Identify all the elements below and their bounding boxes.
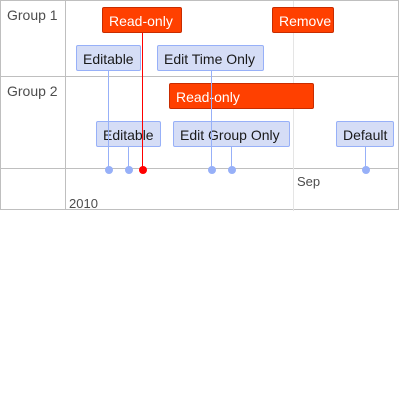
item-edit-time-only[interactable]: Edit Time Only	[157, 45, 264, 71]
timeline[interactable]: Group 1 Group 2 Read-only Remove Editabl…	[0, 0, 399, 211]
item-dot[interactable]	[362, 166, 370, 174]
axis-minor-label: Sep	[297, 174, 321, 189]
item-stem	[211, 71, 212, 169]
current-time-line	[142, 33, 143, 169]
item-dot[interactable]	[125, 166, 133, 174]
current-time-dot[interactable]	[139, 166, 147, 174]
axis-separator	[1, 168, 399, 169]
group-label-1: Group 1	[7, 7, 58, 23]
group-label-2: Group 2	[7, 83, 58, 99]
item-default[interactable]: Default	[336, 121, 394, 147]
item-dot[interactable]	[105, 166, 113, 174]
item-dot[interactable]	[208, 166, 216, 174]
item-edit-group-only[interactable]: Edit Group Only	[173, 121, 290, 147]
item-remove[interactable]: Remove	[272, 7, 334, 33]
item-read-only-group2[interactable]: Read-only	[169, 83, 314, 109]
item-read-only-group1[interactable]: Read-only	[102, 7, 182, 33]
item-editable-group1[interactable]: Editable	[76, 45, 141, 71]
item-dot[interactable]	[228, 166, 236, 174]
group-labels-panel: Group 1 Group 2	[1, 1, 66, 209]
item-editable-group2[interactable]: Editable	[96, 121, 161, 147]
axis-major-label: 2010	[69, 196, 98, 211]
item-stem	[108, 71, 109, 169]
group-separator-1	[1, 76, 399, 77]
